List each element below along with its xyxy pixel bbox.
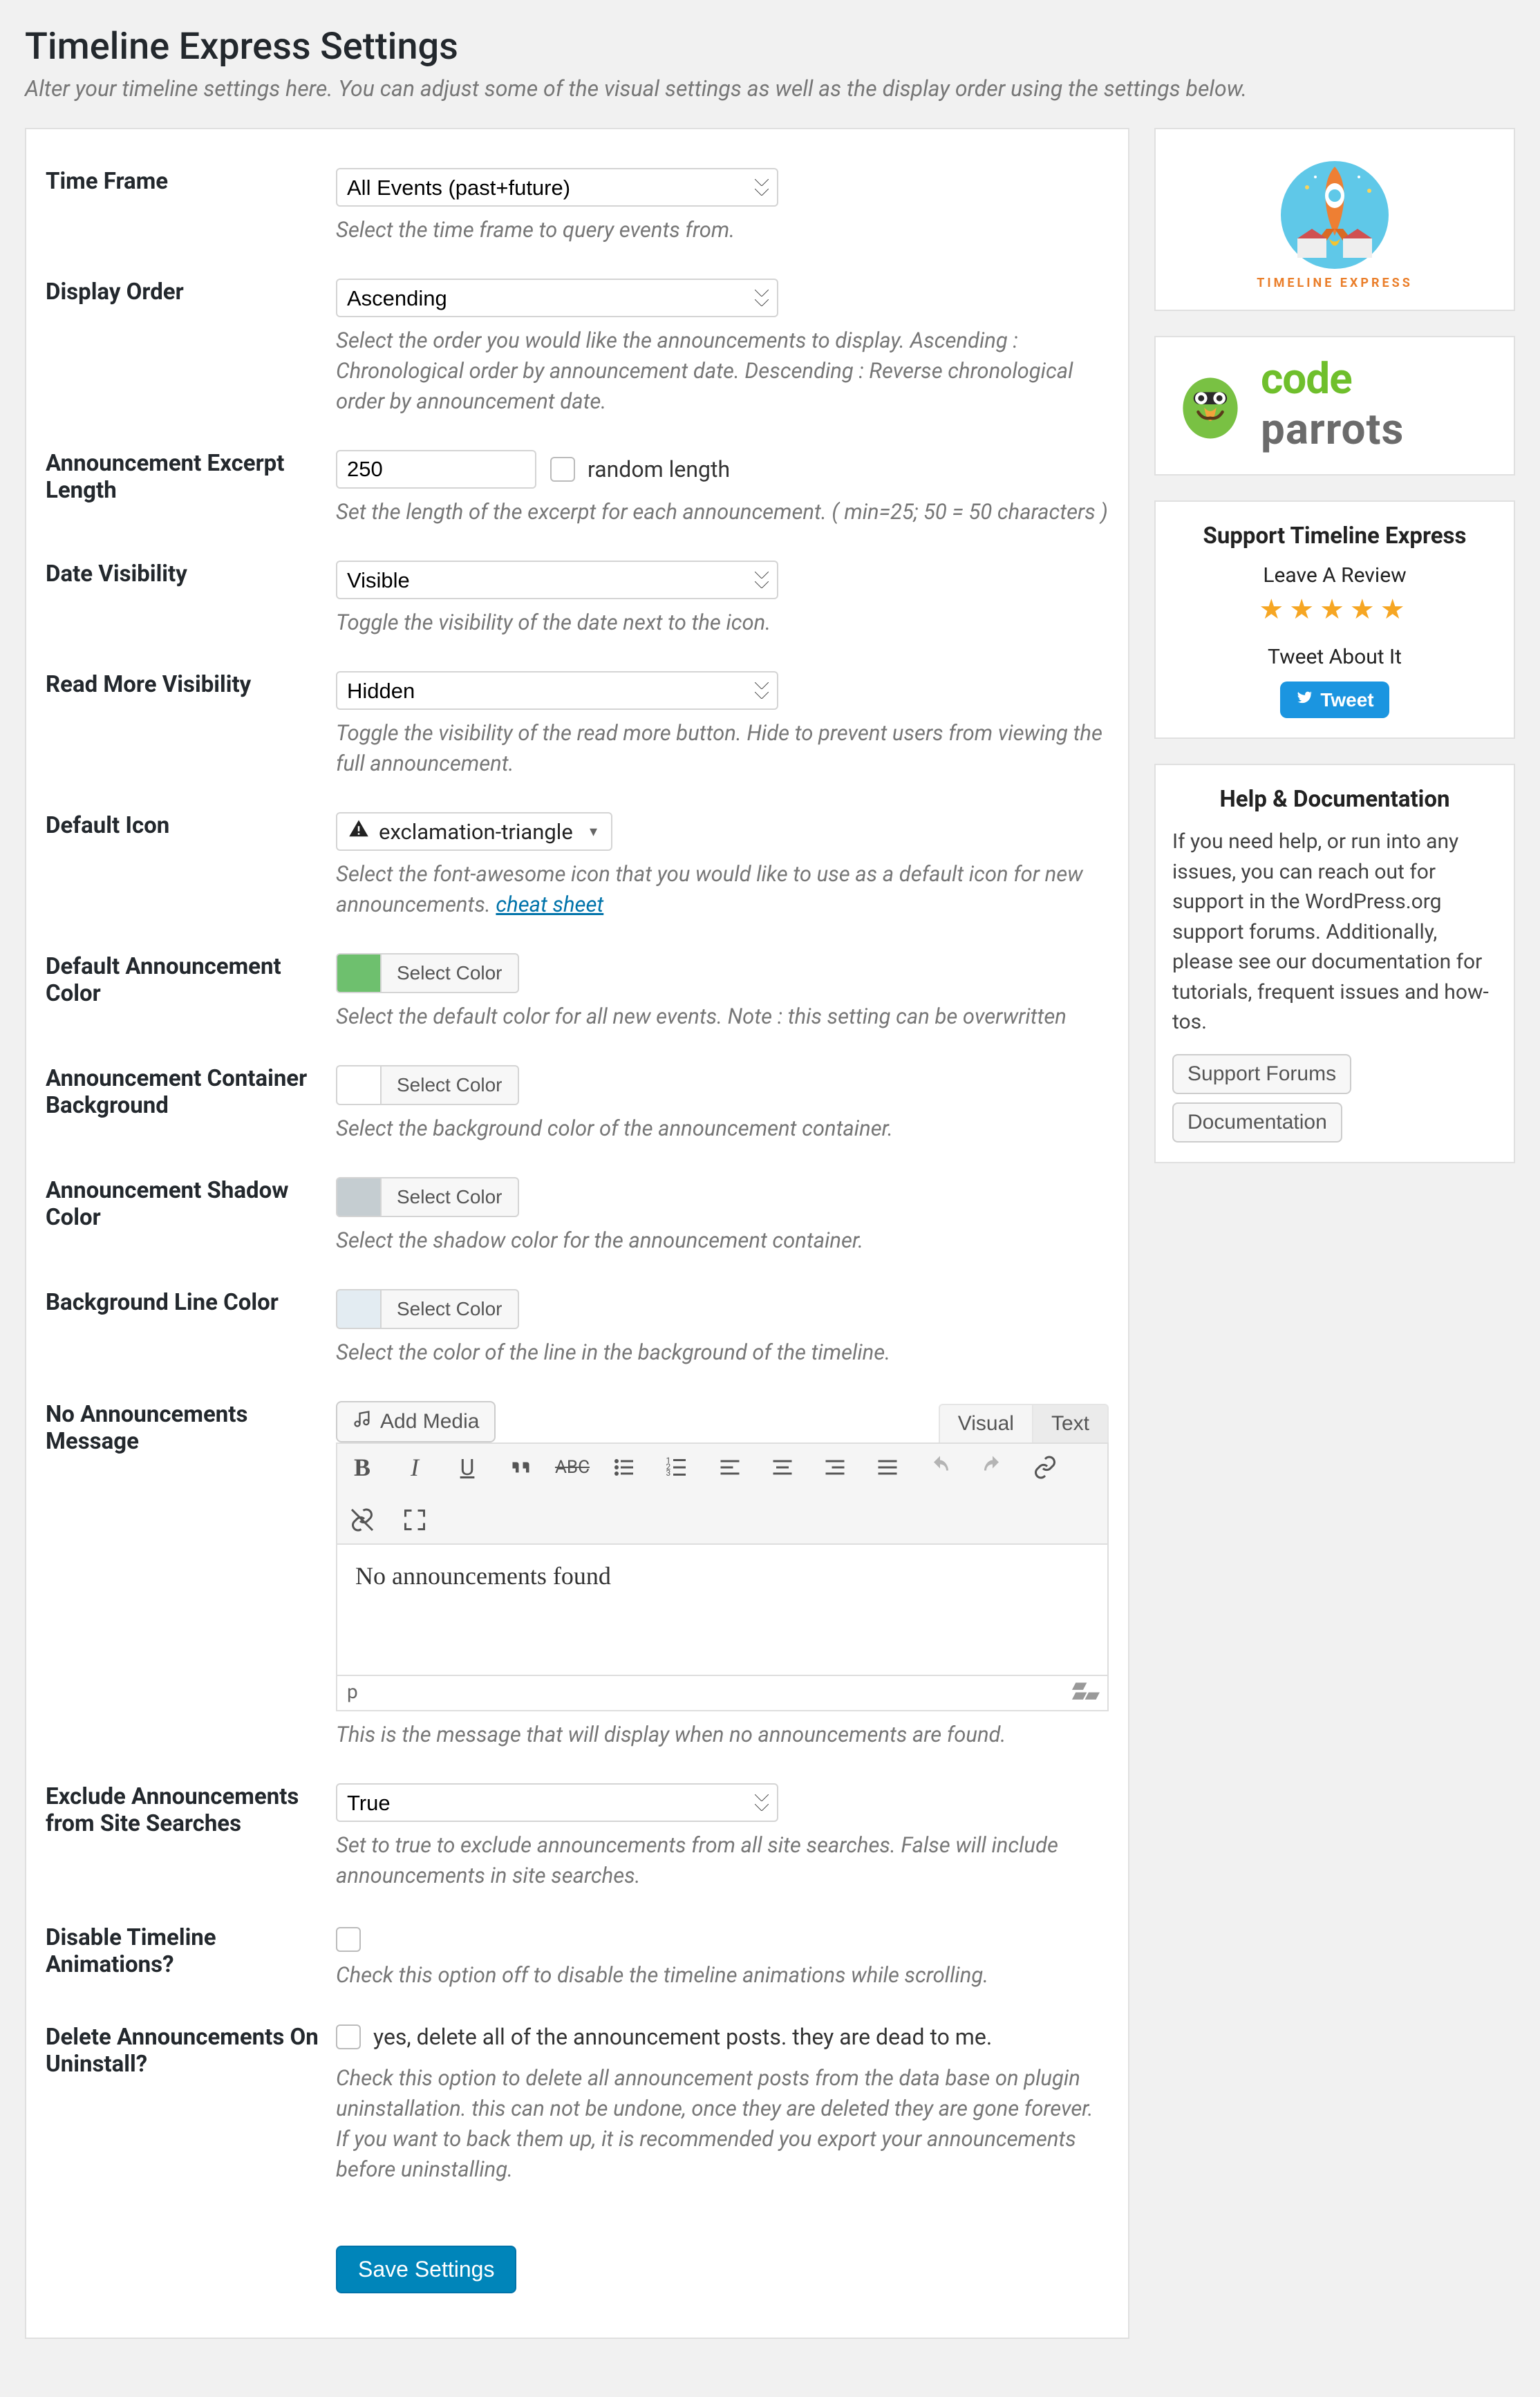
select-time-frame[interactable]: All Events (past+future): [336, 168, 778, 207]
editor-body[interactable]: No announcements found: [336, 1545, 1109, 1676]
align-right-icon[interactable]: [821, 1454, 849, 1481]
editor-toolbar: B I U ABC 123: [336, 1442, 1109, 1545]
label-disable-anim: Disable Timeline Animations?: [46, 1924, 336, 1978]
icon-picker[interactable]: exclamation-triangle ▾: [336, 812, 612, 851]
tweet-about-label: Tweet About It: [1172, 645, 1497, 669]
checkbox-disable-anim[interactable]: [336, 1927, 361, 1952]
desc-container-bg: Select the background color of the annou…: [336, 1113, 1109, 1144]
settings-panel: Time Frame All Events (past+future) Sele…: [25, 128, 1129, 2339]
desc-date-visibility: Toggle the visibility of the date next t…: [336, 608, 1109, 638]
select-exclude-search[interactable]: True: [336, 1783, 778, 1822]
tweet-button[interactable]: Tweet: [1280, 682, 1389, 718]
desc-time-frame: Select the time frame to query events fr…: [336, 215, 1109, 245]
desc-shadow-color: Select the shadow color for the announce…: [336, 1225, 1109, 1256]
support-title: Support Timeline Express: [1172, 523, 1497, 549]
label-exclude-search: Exclude Announcements from Site Searches: [46, 1783, 336, 1837]
label-time-frame: Time Frame: [46, 168, 336, 195]
add-media-button[interactable]: Add Media: [336, 1401, 496, 1442]
list-ul-icon[interactable]: [611, 1454, 639, 1481]
resize-grip-icon[interactable]: ▰▰▰: [1072, 1680, 1098, 1703]
label-shadow-color: Announcement Shadow Color: [46, 1177, 336, 1231]
desc-default-color: Select the default color for all new eve…: [336, 1002, 1109, 1032]
help-body: If you need help, or run into any issues…: [1172, 827, 1497, 1037]
select-read-more[interactable]: Hidden: [336, 671, 778, 710]
card-help: Help & Documentation If you need help, o…: [1154, 764, 1515, 1163]
label-delete-uninstall-cb: yes, delete all of the announcement post…: [373, 2024, 992, 2050]
btn-select-color-line[interactable]: Select Color: [380, 1289, 519, 1329]
desc-exclude-search: Set to true to exclude announcements fro…: [336, 1830, 1109, 1891]
label-excerpt-length: Announcement Excerpt Length: [46, 450, 336, 504]
label-line-color: Background Line Color: [46, 1289, 336, 1316]
undo-icon[interactable]: [926, 1454, 954, 1481]
label-random-length: random length: [588, 456, 730, 482]
svg-text:3: 3: [666, 1468, 671, 1478]
twitter-icon: [1295, 688, 1313, 711]
tab-text[interactable]: Text: [1032, 1404, 1109, 1442]
swatch-line-color: [336, 1289, 380, 1329]
select-display-order[interactable]: Ascending: [336, 279, 778, 317]
code-parrots-text: code parrots: [1261, 354, 1404, 455]
unlink-icon[interactable]: [348, 1506, 376, 1534]
bold-icon[interactable]: B: [348, 1454, 376, 1481]
chevron-down-icon: ▾: [590, 823, 597, 840]
desc-excerpt-length: Set the length of the excerpt for each a…: [336, 497, 1109, 527]
swatch-default-color: [336, 953, 380, 993]
btn-support-forums[interactable]: Support Forums: [1172, 1054, 1351, 1094]
desc-display-order: Select the order you would like the anno…: [336, 326, 1109, 417]
page-subtitle: Alter your timeline settings here. You c…: [25, 75, 1515, 102]
rocket-logo-icon: [1252, 146, 1418, 270]
label-no-announcements: No Announcements Message: [46, 1401, 336, 1455]
strikethrough-icon[interactable]: ABC: [558, 1454, 586, 1481]
card-timeline-express-logo: Timeline Express: [1154, 128, 1515, 311]
btn-documentation[interactable]: Documentation: [1172, 1102, 1342, 1143]
btn-select-color-default[interactable]: Select Color: [380, 953, 519, 993]
align-center-icon[interactable]: [769, 1454, 796, 1481]
page-title: Timeline Express Settings: [25, 25, 1515, 68]
label-default-icon: Default Icon: [46, 812, 336, 839]
blockquote-icon[interactable]: [506, 1454, 534, 1481]
desc-read-more: Toggle the visibility of the read more b…: [336, 718, 1109, 779]
italic-icon[interactable]: I: [401, 1454, 429, 1481]
label-container-bg: Announcement Container Background: [46, 1065, 336, 1119]
parrot-icon: [1172, 366, 1248, 442]
fullscreen-icon[interactable]: [401, 1506, 429, 1534]
swatch-container-bg: [336, 1065, 380, 1105]
tab-visual[interactable]: Visual: [939, 1404, 1032, 1442]
underline-icon[interactable]: U: [453, 1454, 481, 1481]
desc-no-announcements: This is the message that will display wh…: [336, 1720, 1109, 1750]
label-display-order: Display Order: [46, 279, 336, 306]
label-delete-uninstall: Delete Announcements On Uninstall?: [46, 2024, 336, 2078]
align-left-icon[interactable]: [716, 1454, 744, 1481]
exclamation-triangle-icon: [348, 818, 369, 845]
checkbox-delete-uninstall[interactable]: [336, 2024, 361, 2049]
link-cheat-sheet[interactable]: cheat sheet: [496, 892, 603, 917]
star-rating[interactable]: ★★★★★: [1172, 593, 1497, 626]
icon-picker-value: exclamation-triangle: [379, 819, 573, 845]
save-settings-button[interactable]: Save Settings: [336, 2246, 516, 2293]
checkbox-random-length[interactable]: [550, 457, 575, 482]
desc-disable-anim: Check this option off to disable the tim…: [336, 1960, 1109, 1991]
label-date-visibility: Date Visibility: [46, 561, 336, 588]
card-code-parrots-logo: code parrots: [1154, 336, 1515, 476]
label-default-color: Default Announcement Color: [46, 953, 336, 1007]
te-caption: Timeline Express: [1257, 276, 1413, 290]
music-note-icon: [353, 1409, 372, 1434]
list-ol-icon[interactable]: 123: [664, 1454, 691, 1481]
editor-path: p: [347, 1680, 358, 1703]
btn-select-color-shadow[interactable]: Select Color: [380, 1177, 519, 1217]
link-icon[interactable]: [1031, 1454, 1059, 1481]
desc-line-color: Select the color of the line in the back…: [336, 1337, 1109, 1368]
desc-default-icon: Select the font-awesome icon that you wo…: [336, 859, 1109, 920]
redo-icon[interactable]: [979, 1454, 1006, 1481]
swatch-shadow-color: [336, 1177, 380, 1217]
align-justify-icon[interactable]: [874, 1454, 901, 1481]
card-support: Support Timeline Express Leave A Review …: [1154, 500, 1515, 739]
desc-delete-uninstall: Check this option to delete all announce…: [336, 2063, 1109, 2185]
select-date-visibility[interactable]: Visible: [336, 561, 778, 599]
btn-select-color-container[interactable]: Select Color: [380, 1065, 519, 1105]
label-read-more: Read More Visibility: [46, 671, 336, 698]
input-excerpt-length[interactable]: [336, 450, 536, 489]
help-title: Help & Documentation: [1172, 786, 1497, 813]
leave-review-label: Leave A Review: [1172, 563, 1497, 588]
